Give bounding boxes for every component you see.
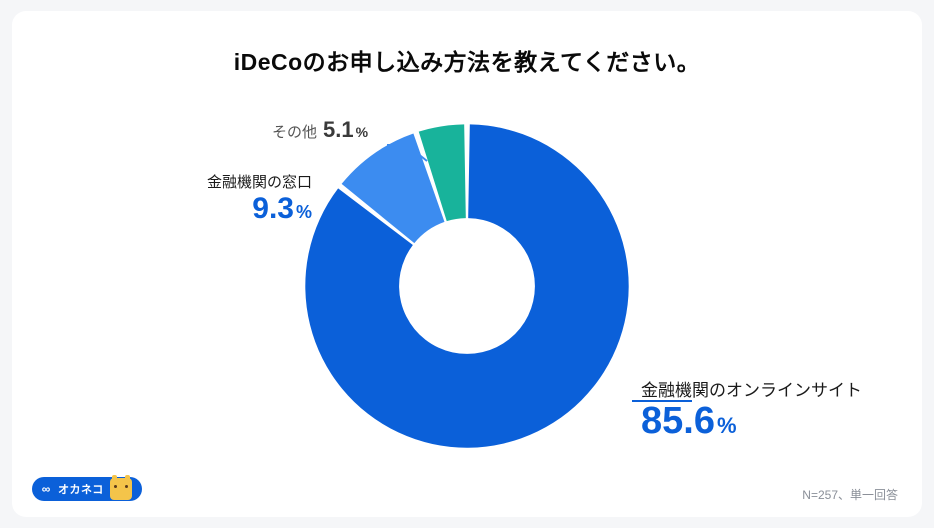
donut-chart — [302, 121, 632, 451]
percent-symbol: % — [356, 124, 368, 140]
slice-label-window: 金融機関の窓口 9.3% — [132, 171, 312, 225]
slice-name: 金融機関のオンラインサイト — [641, 376, 862, 401]
slice-name: その他 — [272, 121, 317, 142]
percent-symbol: % — [717, 413, 737, 438]
chart-card: iDeCoのお申し込み方法を教えてください。 金融機関のオンラインサイト 85.… — [12, 11, 922, 517]
slice-label-online: 金融機関のオンラインサイト 85.6% — [641, 376, 862, 443]
brand-text: オカネコ — [58, 481, 104, 497]
chart-title: iDeCoのお申し込み方法を教えてください。 — [12, 43, 922, 77]
slice-value: 5.1 — [323, 117, 354, 142]
slice-label-other: その他 5.1% — [272, 117, 368, 143]
slice-value: 85.6 — [641, 400, 715, 442]
infinity-icon: ∞ — [38, 481, 54, 497]
chart-footnote: N=257、単一回答 — [802, 486, 898, 503]
cat-mascot-icon — [110, 478, 132, 500]
slice-name: 金融機関の窓口 — [132, 171, 312, 192]
brand-badge: ∞ オカネコ — [32, 477, 142, 501]
percent-symbol: % — [296, 202, 312, 222]
slice-value: 9.3 — [252, 192, 294, 225]
